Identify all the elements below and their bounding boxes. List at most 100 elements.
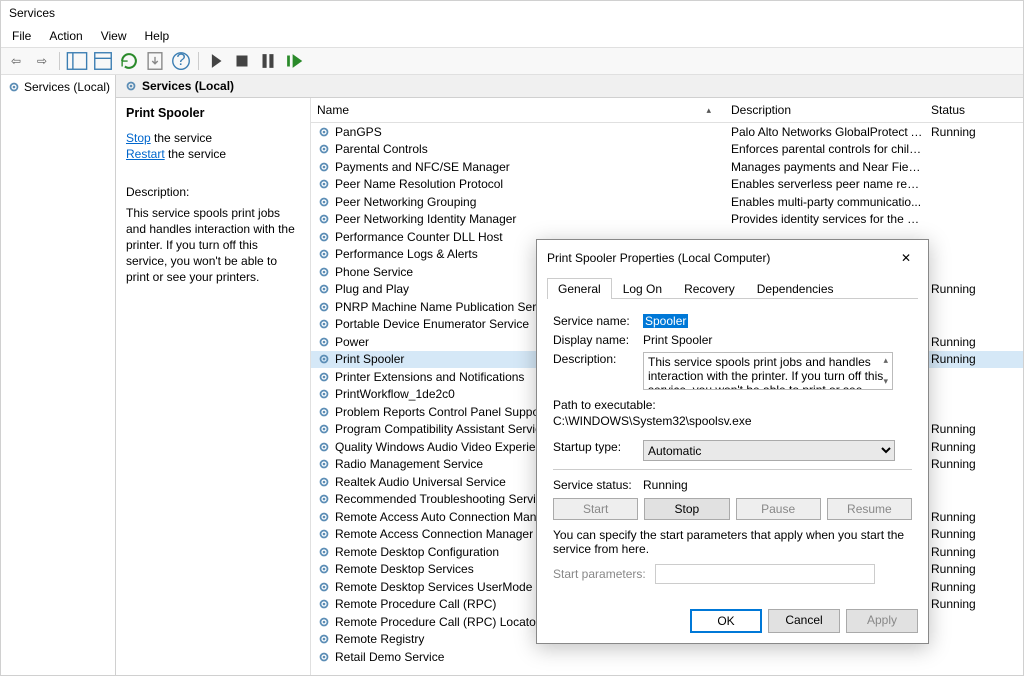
table-row[interactable]: Peer Name Resolution ProtocolEnables ser… xyxy=(311,176,1023,194)
service-icon xyxy=(317,160,331,174)
col-header-status[interactable]: Status xyxy=(931,103,997,117)
menu-file[interactable]: File xyxy=(5,27,38,45)
tree-root-label: Services (Local) xyxy=(24,80,110,94)
restart-service-icon[interactable] xyxy=(283,50,305,72)
service-icon xyxy=(317,510,331,524)
col-header-desc[interactable]: Description xyxy=(731,103,931,117)
service-name: Remote Desktop Configuration xyxy=(335,545,499,559)
stop-service-icon[interactable] xyxy=(231,50,253,72)
restart-link[interactable]: Restart xyxy=(126,147,165,161)
forward-icon[interactable]: ⇨ xyxy=(31,50,53,72)
tab-logon[interactable]: Log On xyxy=(612,278,673,299)
detail-desc-text: This service spools print jobs and handl… xyxy=(126,205,300,286)
tab-dependencies[interactable]: Dependencies xyxy=(746,278,845,299)
menu-action[interactable]: Action xyxy=(42,27,89,45)
service-icon xyxy=(317,422,331,436)
service-icon xyxy=(317,562,331,576)
service-status: Running xyxy=(931,352,997,366)
toolbar: ⇦ ⇨ ? xyxy=(1,47,1023,75)
service-name: Peer Name Resolution Protocol xyxy=(335,177,503,191)
service-icon xyxy=(317,580,331,594)
ok-button[interactable]: OK xyxy=(690,609,762,633)
stop-button[interactable]: Stop xyxy=(644,498,729,520)
service-name: Realtek Audio Universal Service xyxy=(335,475,506,489)
tree-pane: Services (Local) xyxy=(1,75,116,675)
scroll-down-icon[interactable]: ▾ xyxy=(883,376,888,387)
service-name: PNRP Machine Name Publication Service xyxy=(335,300,558,314)
tab-recovery[interactable]: Recovery xyxy=(673,278,746,299)
service-name: Payments and NFC/SE Manager xyxy=(335,160,510,174)
startup-type-select[interactable]: Automatic xyxy=(643,440,895,461)
window-title: Services xyxy=(1,1,1023,25)
service-desc: Provides identity services for the Pe... xyxy=(731,212,931,226)
cancel-button[interactable]: Cancel xyxy=(768,609,840,633)
service-icon xyxy=(317,142,331,156)
help-icon[interactable]: ? xyxy=(170,50,192,72)
service-icon xyxy=(317,387,331,401)
service-icon xyxy=(317,615,331,629)
column-headers: Name▴ Description Status xyxy=(311,98,1023,123)
service-status: Running xyxy=(931,597,997,611)
table-row[interactable]: Peer Networking Identity ManagerProvides… xyxy=(311,211,1023,229)
description-box[interactable]: This service spools print jobs and handl… xyxy=(643,352,893,390)
service-status: Running xyxy=(931,510,997,524)
service-icon xyxy=(317,527,331,541)
tab-general[interactable]: General xyxy=(547,278,612,299)
menu-help[interactable]: Help xyxy=(138,27,177,45)
service-icon xyxy=(317,405,331,419)
service-status: Running xyxy=(931,545,997,559)
pause-button: Pause xyxy=(736,498,821,520)
service-name: Plug and Play xyxy=(335,282,409,296)
stop-link[interactable]: Stop xyxy=(126,131,151,145)
service-icon xyxy=(317,317,331,331)
tab-general-page: Service name: Spooler Display name: Prin… xyxy=(547,299,918,593)
path-label: Path to executable: xyxy=(553,398,912,412)
apply-button: Apply xyxy=(846,609,918,633)
service-icon xyxy=(317,440,331,454)
tree-root[interactable]: Services (Local) xyxy=(4,78,112,96)
display-name-value: Print Spooler xyxy=(643,333,712,347)
table-row[interactable]: Payments and NFC/SE ManagerManages payme… xyxy=(311,158,1023,176)
dialog-tabs: General Log On Recovery Dependencies xyxy=(547,278,918,299)
back-icon[interactable]: ⇦ xyxy=(5,50,27,72)
close-icon[interactable]: ✕ xyxy=(894,248,918,268)
service-name: Portable Device Enumerator Service xyxy=(335,317,529,331)
table-row[interactable]: Retail Demo Service xyxy=(311,648,1023,666)
menubar: File Action View Help xyxy=(1,25,1023,47)
service-name: Phone Service xyxy=(335,265,413,279)
service-name: Remote Desktop Services UserMode Port xyxy=(335,580,558,594)
service-icon xyxy=(317,370,331,384)
dialog-title: Print Spooler Properties (Local Computer… xyxy=(547,251,770,265)
table-row[interactable]: Parental ControlsEnforces parental contr… xyxy=(311,141,1023,159)
properties-icon[interactable] xyxy=(92,50,114,72)
table-row[interactable]: PanGPSPalo Alto Networks GlobalProtect A… xyxy=(311,123,1023,141)
service-name: Power xyxy=(335,335,369,349)
menu-view[interactable]: View xyxy=(94,27,134,45)
service-name-value[interactable]: Spooler xyxy=(643,314,688,328)
service-name: Remote Access Connection Manager xyxy=(335,527,533,541)
service-icon xyxy=(317,247,331,261)
properties-dialog: Print Spooler Properties (Local Computer… xyxy=(536,239,929,644)
start-params-hint: You can specify the start parameters tha… xyxy=(553,528,912,556)
table-row[interactable]: Peer Networking GroupingEnables multi-pa… xyxy=(311,193,1023,211)
refresh-icon[interactable] xyxy=(118,50,140,72)
service-desc: Palo Alto Networks GlobalProtect A... xyxy=(731,125,931,139)
service-name: PrintWorkflow_1de2c0 xyxy=(335,387,455,401)
show-hide-tree-icon[interactable] xyxy=(66,50,88,72)
service-name-label: Service name: xyxy=(553,314,643,328)
services-window: Services File Action View Help ⇦ ⇨ ? Ser… xyxy=(0,0,1024,676)
col-header-name[interactable]: Name▴ xyxy=(311,103,731,117)
scroll-up-icon[interactable]: ▴ xyxy=(883,355,888,366)
service-name: Remote Registry xyxy=(335,632,424,646)
pause-service-icon[interactable] xyxy=(257,50,279,72)
service-name: Performance Logs & Alerts xyxy=(335,247,478,261)
services-icon xyxy=(124,79,138,93)
service-icon xyxy=(317,335,331,349)
export-icon[interactable] xyxy=(144,50,166,72)
start-service-icon[interactable] xyxy=(205,50,227,72)
service-name: Quality Windows Audio Video Experience xyxy=(335,440,555,454)
service-name: Program Compatibility Assistant Service xyxy=(335,422,548,436)
service-status: Running xyxy=(931,457,997,471)
service-name: Parental Controls xyxy=(335,142,428,156)
detail-desc-label: Description: xyxy=(126,184,300,200)
